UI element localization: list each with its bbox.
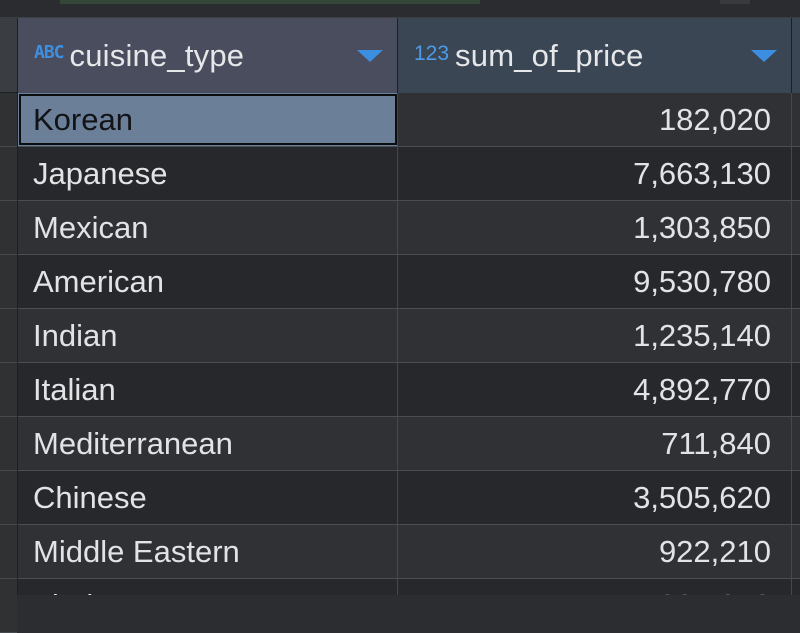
sort-dropdown-icon[interactable] <box>357 50 383 62</box>
cell-cuisine-type[interactable]: Italian <box>18 363 398 416</box>
row-number-cell[interactable] <box>0 147 17 201</box>
cell-sum-of-price[interactable]: 1,235,140 <box>398 309 792 362</box>
cell-cuisine-type[interactable]: Korean <box>18 93 398 146</box>
cell-filler <box>792 93 800 146</box>
cell-cuisine-type[interactable]: Indian <box>18 309 398 362</box>
cell-text: Chinese <box>33 479 147 515</box>
table-row[interactable]: Mexican 1,303,850 <box>18 201 800 255</box>
cell-text: 4,892,770 <box>633 371 771 407</box>
row-number-cell[interactable] <box>0 525 17 579</box>
cell-sum-of-price[interactable]: 711,840 <box>398 417 792 470</box>
cell-text: Japanese <box>33 155 168 191</box>
cell-sum-of-price[interactable]: 4,892,770 <box>398 363 792 416</box>
cell-text: Korean <box>33 101 133 137</box>
cell-text: 182,020 <box>658 101 771 137</box>
row-number-cell[interactable] <box>0 471 17 525</box>
cell-sum-of-price[interactable]: 9,530,780 <box>398 255 792 308</box>
cell-text: 1,235,140 <box>633 317 771 353</box>
row-number-cell[interactable] <box>0 255 17 309</box>
column-header-filler <box>792 18 800 93</box>
table-row[interactable]: Chinese 3,505,620 <box>18 471 800 525</box>
cell-filler <box>792 255 800 308</box>
row-number-cell[interactable] <box>0 201 17 255</box>
cell-text: Mexican <box>33 209 149 245</box>
column-header-label: sum_of_price <box>455 37 644 73</box>
table-row[interactable]: Thai 894,050 <box>18 579 800 595</box>
column-header-cuisine-type[interactable]: ABC cuisine_type <box>18 18 398 93</box>
number-type-icon: 123 <box>414 41 450 65</box>
cell-filler <box>792 309 800 362</box>
table-row[interactable]: Mediterranean 711,840 <box>18 417 800 471</box>
column-header-sum-of-price[interactable]: 123 sum_of_price <box>398 18 792 93</box>
row-number-cell[interactable] <box>0 579 17 633</box>
table-row[interactable]: Japanese 7,663,130 <box>18 147 800 201</box>
cell-text: 1,303,850 <box>633 209 771 245</box>
cell-cuisine-type[interactable]: Chinese <box>18 471 398 524</box>
row-number-header <box>0 18 17 93</box>
row-number-cell[interactable] <box>0 417 17 471</box>
row-number-cell[interactable] <box>0 93 17 147</box>
editor-remnant <box>60 0 480 4</box>
cell-filler <box>792 363 800 416</box>
cell-cuisine-type[interactable]: Thai <box>18 579 398 595</box>
cell-cuisine-type[interactable]: Mediterranean <box>18 417 398 470</box>
cell-text: 3,505,620 <box>633 479 771 515</box>
cell-text: 894,050 <box>659 588 771 596</box>
cell-text: 711,840 <box>661 425 771 461</box>
result-grid-header: ABC cuisine_type 123 sum_of_price <box>18 18 800 93</box>
cell-cuisine-type[interactable]: Middle Eastern <box>18 525 398 578</box>
table-row[interactable]: Indian 1,235,140 <box>18 309 800 363</box>
cell-sum-of-price[interactable]: 894,050 <box>398 579 792 595</box>
table-row[interactable]: Italian 4,892,770 <box>18 363 800 417</box>
table-row[interactable]: Korean 182,020 <box>18 93 800 147</box>
cell-sum-of-price[interactable]: 1,303,850 <box>398 201 792 254</box>
cell-sum-of-price[interactable]: 922,210 <box>398 525 792 578</box>
cell-cuisine-type[interactable]: Mexican <box>18 201 398 254</box>
cell-sum-of-price[interactable]: 182,020 <box>398 93 792 146</box>
cell-filler <box>792 417 800 470</box>
cell-filler <box>792 579 800 595</box>
cell-text: 9,530,780 <box>633 263 771 299</box>
top-toolbar-strip <box>0 0 800 18</box>
cell-text: Mediterranean <box>33 425 233 461</box>
cell-filler <box>792 525 800 578</box>
row-number-gutter <box>0 18 18 633</box>
cell-sum-of-price[interactable]: 3,505,620 <box>398 471 792 524</box>
table-row[interactable]: American 9,530,780 <box>18 255 800 309</box>
cell-text: 922,210 <box>658 533 771 569</box>
cell-cuisine-type[interactable]: Japanese <box>18 147 398 200</box>
cell-cuisine-type[interactable]: American <box>18 255 398 308</box>
cell-text: Indian <box>33 317 118 353</box>
cell-filler <box>792 201 800 254</box>
cell-text: American <box>33 263 164 299</box>
row-number-cell[interactable] <box>0 363 17 417</box>
abc-type-icon: ABC <box>34 42 64 63</box>
column-header-label: cuisine_type <box>69 37 245 73</box>
cell-text: 7,663,130 <box>633 155 771 191</box>
cell-sum-of-price[interactable]: 7,663,130 <box>398 147 792 200</box>
table-row[interactable]: Middle Eastern 922,210 <box>18 525 800 579</box>
cell-text: Middle Eastern <box>33 533 240 569</box>
cell-filler <box>792 147 800 200</box>
row-number-cell[interactable] <box>0 309 17 363</box>
sort-dropdown-icon[interactable] <box>751 50 777 62</box>
cell-text: Thai <box>33 588 93 596</box>
cell-text: Italian <box>33 371 116 407</box>
toolbar-remnant <box>720 0 750 4</box>
result-grid-body: Korean 182,020 Japanese 7,663,130 Mexican 1,3… <box>18 93 800 595</box>
cell-filler <box>792 471 800 524</box>
